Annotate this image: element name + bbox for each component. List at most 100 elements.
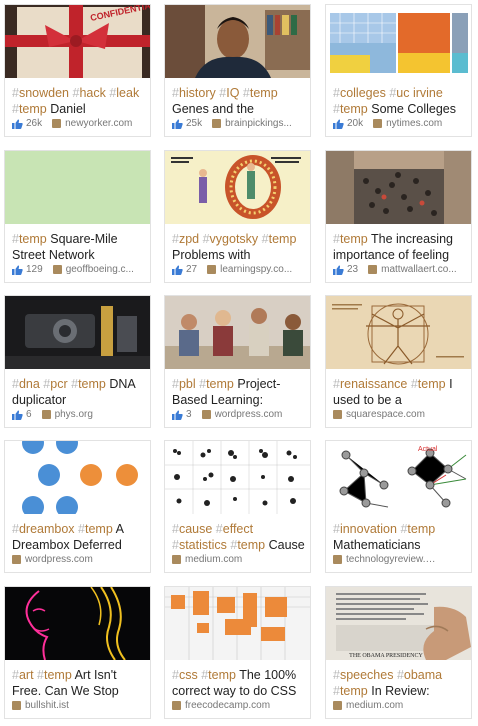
- source-site[interactable]: phys.org: [55, 409, 93, 420]
- tag-link[interactable]: uc irvine: [389, 86, 443, 100]
- bookmark-card-2[interactable]: history IQ temp Genes and the 25k brainpi…: [164, 4, 311, 137]
- tag-link[interactable]: temp: [230, 538, 265, 552]
- tag-link[interactable]: temp: [333, 102, 368, 116]
- tag-link[interactable]: colleges: [333, 86, 386, 100]
- card-title[interactable]: renaissance temp I used to be a: [333, 376, 467, 408]
- tag-link[interactable]: temp: [201, 668, 236, 682]
- card-thumbnail[interactable]: [165, 296, 310, 369]
- source-site[interactable]: technologyreview.com: [346, 554, 436, 565]
- tag-link[interactable]: pcr: [43, 377, 67, 391]
- tag-link[interactable]: leak: [109, 86, 139, 100]
- bookmark-card-8[interactable]: pbl temp Project-Based Learning: 3 wordpr…: [164, 295, 311, 428]
- tag-link[interactable]: vygotsky: [203, 232, 259, 246]
- tag-link[interactable]: snowden: [12, 86, 69, 100]
- tag-link[interactable]: temp: [333, 232, 368, 246]
- source-site[interactable]: brainpickings...: [225, 118, 292, 129]
- card-title[interactable]: cause effect statistics temp Cause: [172, 521, 306, 553]
- card-title[interactable]: zpd vygotsky temp Problems with: [172, 231, 306, 263]
- card-thumbnail[interactable]: [326, 151, 471, 224]
- card-title-text[interactable]: In Review:: [371, 684, 429, 698]
- tag-link[interactable]: pbl: [172, 377, 196, 391]
- bookmark-card-12[interactable]: Actual innovation temp Mathematicians te…: [325, 440, 472, 573]
- tag-link[interactable]: temp: [411, 377, 446, 391]
- tag-link[interactable]: effect: [216, 522, 253, 536]
- tag-link[interactable]: speeches: [333, 668, 393, 682]
- bookmark-card-14[interactable]: css temp The 100% correct way to do CSS …: [164, 586, 311, 719]
- tag-link[interactable]: zpd: [172, 232, 199, 246]
- source-site[interactable]: squarespace.com: [346, 409, 425, 420]
- card-thumbnail[interactable]: Actual: [326, 441, 471, 514]
- source-site[interactable]: newyorker.com: [65, 118, 132, 129]
- tag-link[interactable]: temp: [199, 377, 234, 391]
- card-title[interactable]: dreambox temp A Dreambox Deferred: [12, 521, 146, 553]
- tag-link[interactable]: renaissance: [333, 377, 407, 391]
- tag-link[interactable]: dna: [12, 377, 40, 391]
- tag-link[interactable]: css: [172, 668, 198, 682]
- tag-link[interactable]: art: [12, 668, 34, 682]
- tag-link[interactable]: temp: [78, 522, 113, 536]
- bookmark-card-4[interactable]: temp Square-Mile Street Network 129 geoff…: [4, 150, 151, 283]
- card-title[interactable]: dna pcr temp DNA duplicator: [12, 376, 146, 408]
- source-site[interactable]: learningspy.co...: [220, 264, 292, 275]
- card-title-text[interactable]: Problems with: [172, 248, 251, 262]
- card-title-text[interactable]: Genes and the: [172, 102, 254, 116]
- tag-link[interactable]: IQ: [219, 86, 239, 100]
- card-title[interactable]: temp Square-Mile Street Network: [12, 231, 146, 263]
- card-thumbnail[interactable]: [165, 587, 310, 660]
- tag-link[interactable]: temp: [12, 102, 47, 116]
- card-title[interactable]: colleges uc irvine temp Some Colleges: [333, 85, 467, 117]
- card-title[interactable]: css temp The 100% correct way to do CSS: [172, 667, 306, 699]
- card-thumbnail[interactable]: [165, 5, 310, 78]
- tag-link[interactable]: statistics: [172, 538, 227, 552]
- tag-link[interactable]: temp: [12, 232, 47, 246]
- tag-link[interactable]: temp: [262, 232, 297, 246]
- source-site[interactable]: mattwallaert.co...: [381, 264, 457, 275]
- card-title[interactable]: innovation temp Mathematicians: [333, 521, 467, 553]
- card-thumbnail[interactable]: [5, 441, 150, 514]
- source-site[interactable]: nytimes.com: [386, 118, 442, 129]
- card-thumbnail[interactable]: THE OBAMA PRESIDENCY: [326, 587, 471, 660]
- card-title[interactable]: art temp Art Isn't Free. Can We Stop: [12, 667, 146, 699]
- card-thumbnail[interactable]: [5, 587, 150, 660]
- tag-link[interactable]: temp: [37, 668, 72, 682]
- tag-link[interactable]: dreambox: [12, 522, 75, 536]
- tag-link[interactable]: innovation: [333, 522, 397, 536]
- card-thumbnail[interactable]: [326, 296, 471, 369]
- source-site[interactable]: wordpress.com: [25, 554, 93, 565]
- tag-link[interactable]: cause: [172, 522, 212, 536]
- source-site[interactable]: freecodecamp.com: [185, 700, 270, 711]
- tag-link[interactable]: temp: [243, 86, 278, 100]
- card-thumbnail[interactable]: [165, 441, 310, 514]
- bookmark-card-3[interactable]: colleges uc irvine temp Some Colleges 20…: [325, 4, 472, 137]
- tag-link[interactable]: temp: [400, 522, 435, 536]
- card-thumbnail[interactable]: [5, 296, 150, 369]
- card-thumbnail[interactable]: [326, 5, 471, 78]
- bookmark-card-15[interactable]: THE OBAMA PRESIDENCY speeches obama temp…: [325, 586, 472, 719]
- bookmark-card-10[interactable]: dreambox temp A Dreambox Deferred wordpr…: [4, 440, 151, 573]
- bookmark-card-9[interactable]: renaissance temp I used to be a squaresp…: [325, 295, 472, 428]
- card-title[interactable]: pbl temp Project-Based Learning:: [172, 376, 306, 408]
- source-site[interactable]: medium.com: [185, 554, 242, 565]
- source-site[interactable]: medium.com: [346, 700, 403, 711]
- source-site[interactable]: geoffboeing.c...: [66, 264, 134, 275]
- card-title[interactable]: speeches obama temp In Review:: [333, 667, 467, 699]
- card-title-text[interactable]: Some Colleges: [371, 102, 456, 116]
- tag-link[interactable]: history: [172, 86, 216, 100]
- card-title-text[interactable]: Cause: [269, 538, 305, 552]
- tag-link[interactable]: obama: [397, 668, 442, 682]
- card-title-text[interactable]: Mathematicians: [333, 538, 421, 552]
- bookmark-card-7[interactable]: dna pcr temp DNA duplicator 6 phys.org: [4, 295, 151, 428]
- source-site[interactable]: bullshit.ist: [25, 700, 69, 711]
- bookmark-card-5[interactable]: zpd vygotsky temp Problems with 27 learni…: [164, 150, 311, 283]
- card-thumbnail[interactable]: CONFIDENTIAL: [5, 5, 150, 78]
- tag-link[interactable]: temp: [333, 684, 368, 698]
- card-thumbnail[interactable]: [165, 151, 310, 224]
- tag-link[interactable]: temp: [71, 377, 106, 391]
- bookmark-card-13[interactable]: art temp Art Isn't Free. Can We Stop bul…: [4, 586, 151, 719]
- bookmark-card-1[interactable]: CONFIDENTIAL snowden hack leak temp Dani…: [4, 4, 151, 137]
- card-thumbnail[interactable]: [5, 151, 150, 224]
- card-title-text[interactable]: Daniel: [50, 102, 85, 116]
- card-title[interactable]: history IQ temp Genes and the: [172, 85, 306, 117]
- card-title[interactable]: temp The increasing importance of feelin…: [333, 231, 467, 263]
- card-title[interactable]: snowden hack leak temp Daniel: [12, 85, 146, 117]
